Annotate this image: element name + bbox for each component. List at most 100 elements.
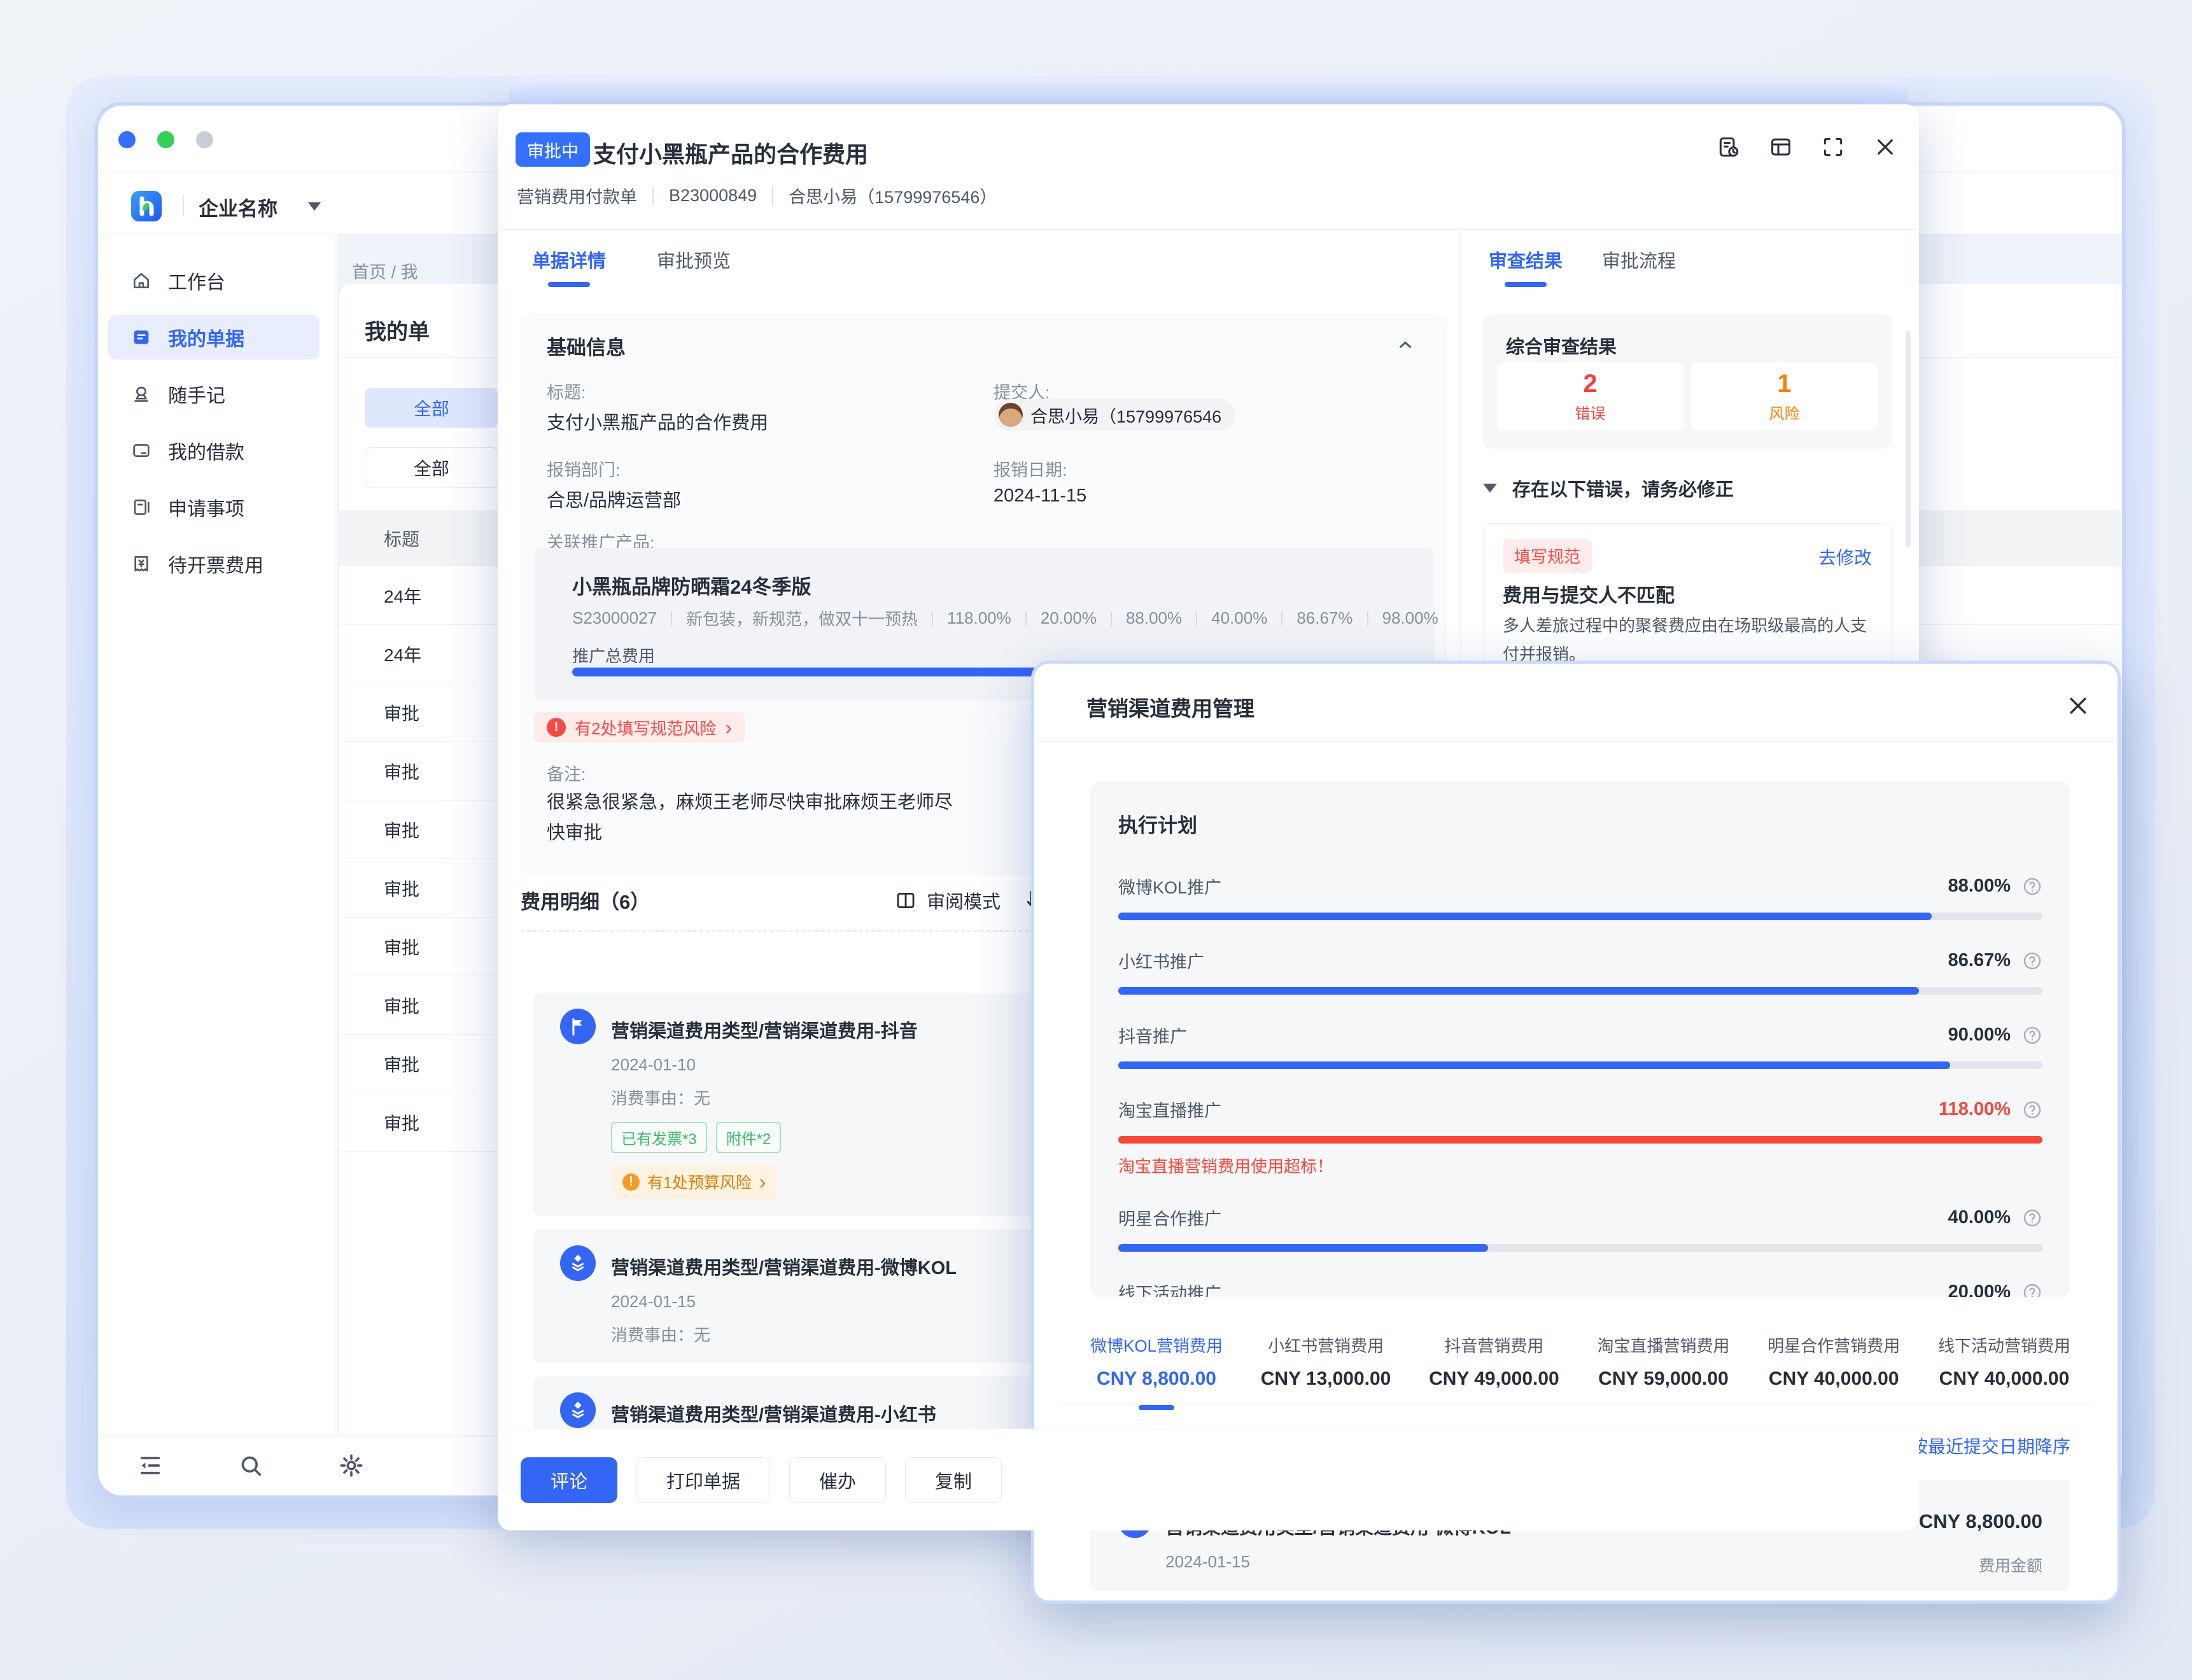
- chevron-up-icon[interactable]: [1396, 335, 1415, 354]
- amount-tab-amount: CNY 59,000.00: [1597, 1368, 1729, 1390]
- review-stat-risks: 1风险: [1691, 363, 1878, 430]
- section-title: 基础信息: [547, 332, 626, 360]
- tab-approval-flow[interactable]: 审批流程: [1602, 229, 1676, 290]
- help-icon[interactable]: [2022, 1208, 2042, 1228]
- product-meta-part: 40.00%: [1211, 608, 1267, 628]
- amount-tab[interactable]: 小红书营销费用CNY 13,000.00: [1261, 1333, 1391, 1410]
- plan-label: 抖音推广: [1118, 1023, 1187, 1047]
- print-button[interactable]: 打印单据: [636, 1457, 770, 1503]
- home-icon: [131, 270, 151, 291]
- window-dot-green[interactable]: [157, 131, 174, 148]
- filter-tab-all[interactable]: 全部: [365, 388, 498, 428]
- sidebar-item-label: 随手记: [168, 380, 225, 408]
- urge-button[interactable]: 催办: [789, 1457, 886, 1503]
- error-title: 费用与提交人不匹配: [1503, 580, 1675, 608]
- amount-tab[interactable]: 微博KOL营销费用 CNY 8,800.00: [1090, 1333, 1223, 1410]
- company-logo-icon[interactable]: [131, 191, 162, 221]
- plan-row-head: 明星合作推广40.00%: [1118, 1205, 2042, 1230]
- help-icon[interactable]: [2022, 951, 2042, 971]
- sidebar-item-applications[interactable]: 申请事项: [108, 485, 320, 529]
- sort-by-date-button[interactable]: 按最近提交日期降序: [1910, 1433, 2070, 1459]
- plan-progress-fill: [1118, 913, 1932, 920]
- row-title-cell: 审批: [384, 817, 419, 843]
- sidebar-item-label: 申请事项: [168, 493, 244, 521]
- sidebar-item-loans[interactable]: 我的借款: [108, 428, 320, 473]
- product-meta-part: 118.00%: [947, 608, 1011, 628]
- window-dot-blue[interactable]: [118, 131, 136, 148]
- search-icon[interactable]: [238, 1453, 263, 1478]
- close-icon[interactable]: [1873, 135, 1897, 159]
- warning-icon: !: [622, 1173, 640, 1191]
- sidebar-item-workbench[interactable]: 工作台: [108, 258, 320, 303]
- detail-amount-label: 费用金额: [1979, 1553, 2042, 1576]
- budget-risk-text: 有1处预算风险: [647, 1170, 752, 1193]
- sidebar-item-notes[interactable]: 随手记: [108, 372, 320, 416]
- amount-tab[interactable]: 线下活动营销费用CNY 40,000.00: [1938, 1333, 2070, 1410]
- submitter-name: 合思小易（15799976546: [1030, 403, 1221, 428]
- help-icon[interactable]: [2022, 1282, 2042, 1298]
- tab-review-result[interactable]: 审查结果: [1489, 229, 1563, 290]
- triangle-down-icon: [1483, 484, 1497, 493]
- history-icon[interactable]: [1717, 135, 1741, 159]
- expense-tag: 已有发票*3: [611, 1122, 707, 1153]
- sidebar-item-invoices[interactable]: 待开票费用: [108, 542, 320, 586]
- scrollbar[interactable]: [1906, 331, 1911, 547]
- help-icon[interactable]: [2022, 1100, 2042, 1120]
- review-mode-button[interactable]: 审阅模式: [895, 887, 1001, 914]
- plan-percent: 20.00%: [1948, 1282, 2011, 1297]
- collapse-sidebar-icon[interactable]: [137, 1453, 163, 1478]
- amount-tab[interactable]: 抖音营销费用CNY 49,000.00: [1429, 1333, 1559, 1410]
- submitter-chip[interactable]: 合思小易（15799976546: [994, 399, 1235, 431]
- flag-icon: [560, 1009, 596, 1044]
- window-controls: [118, 131, 213, 148]
- file-icon: [131, 497, 151, 517]
- summary-stats: 2错误1风险: [1497, 363, 1878, 430]
- fix-link[interactable]: 去修改: [1818, 544, 1872, 570]
- review-stat-errors: 2错误: [1497, 363, 1683, 430]
- divider: [1034, 741, 2118, 742]
- amount-tab[interactable]: 淘宝直播营销费用CNY 59,000.00: [1597, 1333, 1729, 1410]
- detail-amount: CNY 8,800.00: [1919, 1510, 2042, 1533]
- amount-tab-amount: CNY 40,000.00: [1938, 1368, 2070, 1390]
- amount-tabs: 微博KOL营销费用 CNY 8,800.00 小红书营销费用CNY 13,000.0…: [1090, 1333, 2070, 1410]
- error-notice-row[interactable]: 存在以下错误，请务必修正: [1483, 475, 1734, 501]
- copy-button[interactable]: 复制: [905, 1457, 1002, 1503]
- plan-row-head: 小红书推广86.67%: [1118, 948, 2042, 973]
- field-label: 报销日期:: [994, 456, 1067, 481]
- plan-percent: 86.67%: [1948, 950, 2011, 971]
- sidebar-nav: 工作台我的单据随手记我的借款申请事项待开票费用: [98, 234, 335, 586]
- product-meta-part: 新包装，新规范，做双十一预热: [686, 606, 918, 630]
- sidebar-item-label: 我的单据: [168, 323, 244, 351]
- gear-icon[interactable]: [339, 1453, 364, 1478]
- budget-risk-pill[interactable]: ! 有1处预算风险 ›: [611, 1165, 778, 1199]
- comment-button[interactable]: 评论: [521, 1457, 617, 1503]
- layout-icon[interactable]: [1769, 135, 1793, 159]
- window-dot-gray[interactable]: [196, 131, 213, 148]
- help-icon[interactable]: [2022, 1025, 2042, 1046]
- tab-approval-preview[interactable]: 审批预览: [657, 229, 731, 290]
- amount-tab-amount: CNY 8,800.00: [1090, 1368, 1223, 1390]
- divider: [671, 611, 672, 626]
- breadcrumb[interactable]: 首页 / 我: [352, 258, 418, 283]
- chevron-down-icon[interactable]: [308, 202, 321, 211]
- plan-row: 淘宝直播推广118.00%淘宝直播营销费用使用超标！: [1118, 1097, 2042, 1177]
- plan-progress-track: [1118, 1244, 2042, 1252]
- company-name[interactable]: 企业名称: [199, 193, 278, 221]
- sidebar-item-my-docs[interactable]: 我的单据: [108, 315, 320, 360]
- chevron-right-icon: ›: [759, 1172, 766, 1192]
- filter-dropdown-all[interactable]: 全部: [365, 447, 498, 488]
- amount-tab[interactable]: 明星合作营销费用CNY 40,000.00: [1767, 1333, 1900, 1410]
- form-risk-pill[interactable]: ! 有2处填写规范风险 ›: [534, 712, 745, 743]
- row-title-cell: 24年: [384, 583, 421, 608]
- tab-document-details[interactable]: 单据详情: [532, 229, 606, 290]
- plan-progress-track: [1118, 987, 2042, 995]
- stat-number: 2: [1583, 370, 1597, 398]
- field-value-title: 支付小黑瓶产品的合作费用: [547, 408, 768, 435]
- review-summary-card: 综合审查结果 2错误1风险: [1483, 314, 1892, 449]
- close-icon[interactable]: [2065, 693, 2091, 718]
- card-icon: [131, 440, 151, 461]
- help-icon[interactable]: [2022, 876, 2042, 897]
- modal-title: 营销渠道费用管理: [1086, 692, 1254, 722]
- amount-tab-label: 微博KOL营销费用: [1090, 1333, 1223, 1357]
- fullscreen-icon[interactable]: [1821, 135, 1845, 159]
